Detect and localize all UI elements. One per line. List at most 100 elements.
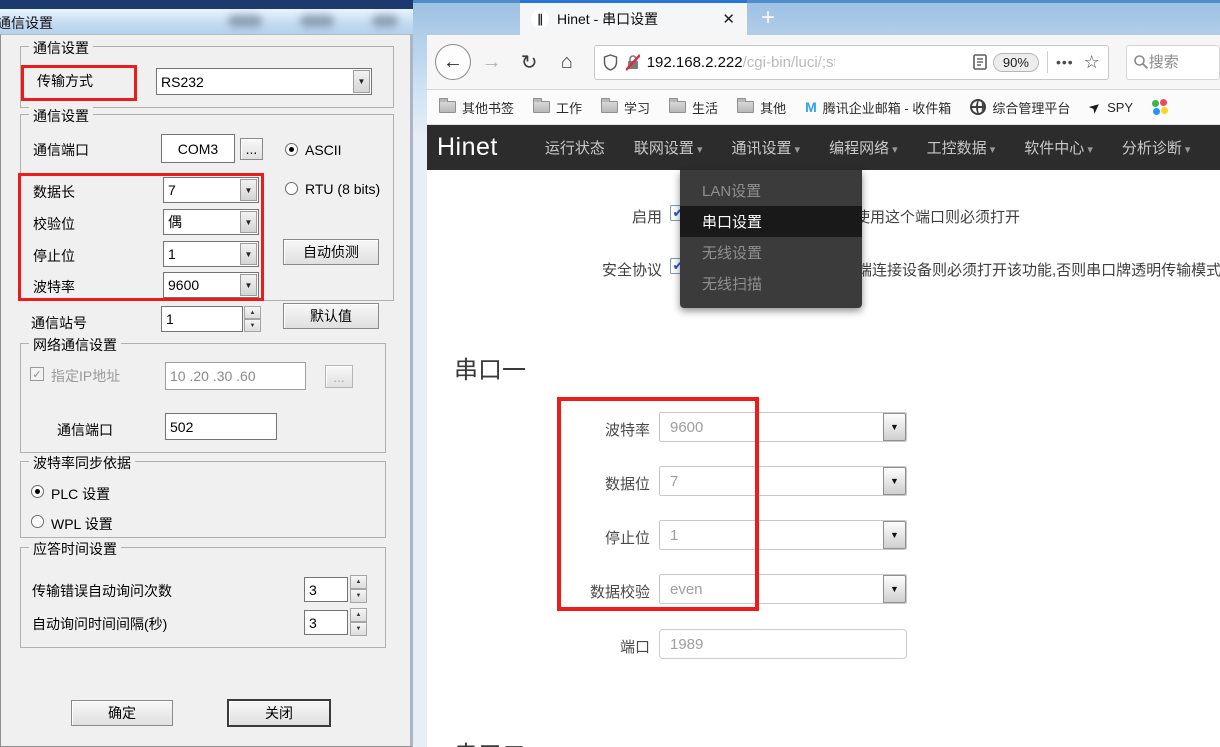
chevron-down-icon[interactable]: ▼ — [240, 274, 257, 296]
ip-browse-button[interactable]: ... — [325, 365, 353, 388]
radio-wpl-setting[interactable] — [31, 515, 44, 528]
ok-button[interactable]: 确定 — [71, 700, 173, 726]
insecure-lock-icon[interactable] — [625, 54, 641, 71]
retry-count-spinner[interactable]: ▲▼ — [350, 575, 367, 603]
bookmark-management-platform[interactable]: 综合管理平台 — [970, 98, 1070, 117]
retry-count-input[interactable]: 3 — [304, 577, 348, 602]
bookmark-folder[interactable]: 学习 — [601, 98, 650, 117]
port-input[interactable]: 1989 — [659, 629, 907, 659]
query-interval-spinner[interactable]: ▲▼ — [350, 608, 367, 636]
comm-port-browse-button[interactable]: ... — [240, 138, 263, 160]
chevron-down-icon[interactable]: ▼ — [240, 211, 257, 233]
bookmark-folder[interactable]: 生活 — [669, 98, 718, 117]
security-protocol-hint: 端连接设备则必须打开该功能,否则串口牌透明传输模式 — [857, 259, 1220, 280]
reader-mode-icon[interactable] — [973, 54, 987, 70]
enable-label: 启用 — [532, 206, 662, 227]
data-bits-select[interactable]: 7 ▼ — [659, 466, 907, 496]
data-length-select[interactable]: 7 ▼ — [163, 177, 259, 203]
page-actions-icon[interactable]: ••• — [1056, 54, 1074, 70]
reload-button[interactable]: ↻ — [512, 45, 546, 79]
bookmark-tencent-mail[interactable]: M腾讯企业邮箱 - 收件箱 — [805, 98, 951, 117]
navigation-toolbar: ← → ↻ ⌂ 192.168.2.222 /cgi-bin/luci/;sto — [427, 35, 1220, 90]
section-title-serial2: 串口二 — [454, 735, 526, 747]
bookmark-star-icon[interactable]: ☆ — [1084, 52, 1100, 73]
cursor-arrow-icon: ➤ — [1085, 97, 1105, 118]
parity-select[interactable]: 偶 ▼ — [163, 209, 259, 235]
dropdown-item-wireless[interactable]: 无线设置 — [680, 237, 862, 268]
new-tab-button[interactable]: + — [761, 4, 775, 32]
chevron-down-icon[interactable]: ▼ — [883, 467, 906, 495]
chevron-down-icon[interactable]: ▼ — [883, 575, 906, 603]
stop-bits-select[interactable]: 1 ▼ — [659, 520, 907, 550]
chevron-down-icon[interactable]: ▼ — [240, 243, 257, 265]
bookmark-folder[interactable]: 其他 — [737, 98, 786, 117]
url-path: /cgi-bin/luci/;sto — [743, 54, 835, 71]
bookmarks-bar: 其他书签 工作 学习 生活 其他 M腾讯企业邮箱 - 收件箱 综合管理平台 ➤S… — [427, 90, 1220, 125]
dropdown-item-wireless-scan[interactable]: 无线扫描 — [680, 268, 862, 299]
network-port-input[interactable]: 502 — [165, 413, 277, 440]
group-network-legend: 网络通信设置 — [29, 335, 121, 355]
chevron-down-icon[interactable]: ▼ — [883, 521, 906, 549]
nav-programming-network[interactable]: 编程网络 — [829, 137, 898, 158]
station-number-spinner[interactable]: ▲▼ — [244, 306, 261, 332]
bookmark-folder[interactable]: 其他书签 — [439, 98, 514, 117]
close-button[interactable]: 关闭 — [227, 699, 331, 727]
colorful-app-icon[interactable] — [1152, 99, 1168, 115]
search-bar[interactable] — [1126, 45, 1220, 80]
radio-plc-setting[interactable] — [31, 485, 44, 498]
browser-tab[interactable]: ∥ Hinet - 串口设置 ✕ — [520, 0, 747, 35]
chevron-down-icon[interactable]: ▼ — [883, 413, 906, 441]
folder-icon — [439, 101, 456, 113]
divider — [1047, 51, 1048, 73]
blurred-background — [372, 15, 398, 27]
url-bar[interactable]: 192.168.2.222 /cgi-bin/luci/;sto 90% •••… — [594, 45, 1109, 80]
bookmark-folder[interactable]: 工作 — [533, 98, 582, 117]
stop-bit-select[interactable]: 1 ▼ — [163, 241, 259, 267]
search-input[interactable] — [1149, 54, 1201, 71]
url-host: 192.168.2.222 — [647, 54, 743, 71]
radio-rtu[interactable] — [285, 182, 298, 195]
nav-industrial-data[interactable]: 工控数据 — [927, 137, 996, 158]
baud-rate-select[interactable]: 9600 ▼ — [659, 412, 907, 442]
bookmark-spy[interactable]: ➤SPY — [1089, 99, 1133, 116]
query-interval-input[interactable]: 3 — [304, 610, 348, 635]
tab-title: Hinet - 串口设置 — [557, 9, 658, 29]
ip-address-input[interactable]: 10 .20 .30 .60 — [165, 362, 306, 390]
nav-analysis-diagnosis[interactable]: 分析诊断 — [1122, 137, 1191, 158]
station-number-input[interactable]: 1 — [161, 306, 243, 332]
comm-port-value[interactable]: COM3 — [161, 134, 235, 163]
stop-bits-label: 停止位 — [520, 527, 650, 548]
section-title-serial1: 串口一 — [454, 350, 526, 385]
back-button[interactable]: ← — [435, 44, 471, 80]
radio-wpl-setting-label: WPL 设置 — [51, 514, 113, 534]
nav-software-center[interactable]: 软件中心 — [1024, 137, 1093, 158]
chevron-down-icon[interactable]: ▼ — [240, 179, 257, 201]
specify-ip-checkbox[interactable]: ✓ — [30, 367, 44, 381]
data-parity-select[interactable]: even ▼ — [659, 574, 907, 604]
site-logo[interactable]: Hinet — [437, 133, 498, 162]
folder-icon — [737, 101, 754, 113]
autodetect-button[interactable]: 自动侦测 — [283, 239, 379, 265]
radio-ascii[interactable] — [285, 143, 298, 156]
site-favicon-icon: ∥ — [531, 10, 549, 28]
dialog-titlebar[interactable]: 通信设置 — [0, 9, 413, 34]
data-bits-label: 数据位 — [520, 473, 650, 494]
data-parity-label: 数据校验 — [520, 581, 650, 602]
chevron-down-icon[interactable]: ▼ — [353, 70, 370, 93]
station-number-label: 通信站号 — [31, 313, 87, 333]
dropdown-item-serial[interactable]: 串口设置 — [680, 206, 862, 237]
nav-comm-settings[interactable]: 通讯设置 — [731, 137, 800, 158]
forward-button[interactable]: → — [475, 45, 509, 79]
baud-rate-select[interactable]: 9600 ▼ — [163, 272, 259, 298]
default-values-button[interactable]: 默认值 — [283, 303, 379, 329]
tab-close-icon[interactable]: ✕ — [722, 10, 735, 28]
tracking-shield-icon[interactable] — [603, 54, 618, 71]
query-interval-label: 自动询问时间间隔(秒) — [32, 614, 167, 634]
home-button[interactable]: ⌂ — [550, 45, 584, 79]
zoom-level-badge[interactable]: 90% — [993, 53, 1039, 72]
nav-network-settings[interactable]: 联网设置 — [634, 137, 703, 158]
nav-run-status[interactable]: 运行状态 — [545, 137, 605, 158]
transfer-mode-select[interactable]: RS232 ▼ — [156, 68, 372, 95]
baud-rate-label: 波特率 — [33, 277, 75, 297]
dropdown-item-lan[interactable]: LAN设置 — [680, 175, 862, 206]
